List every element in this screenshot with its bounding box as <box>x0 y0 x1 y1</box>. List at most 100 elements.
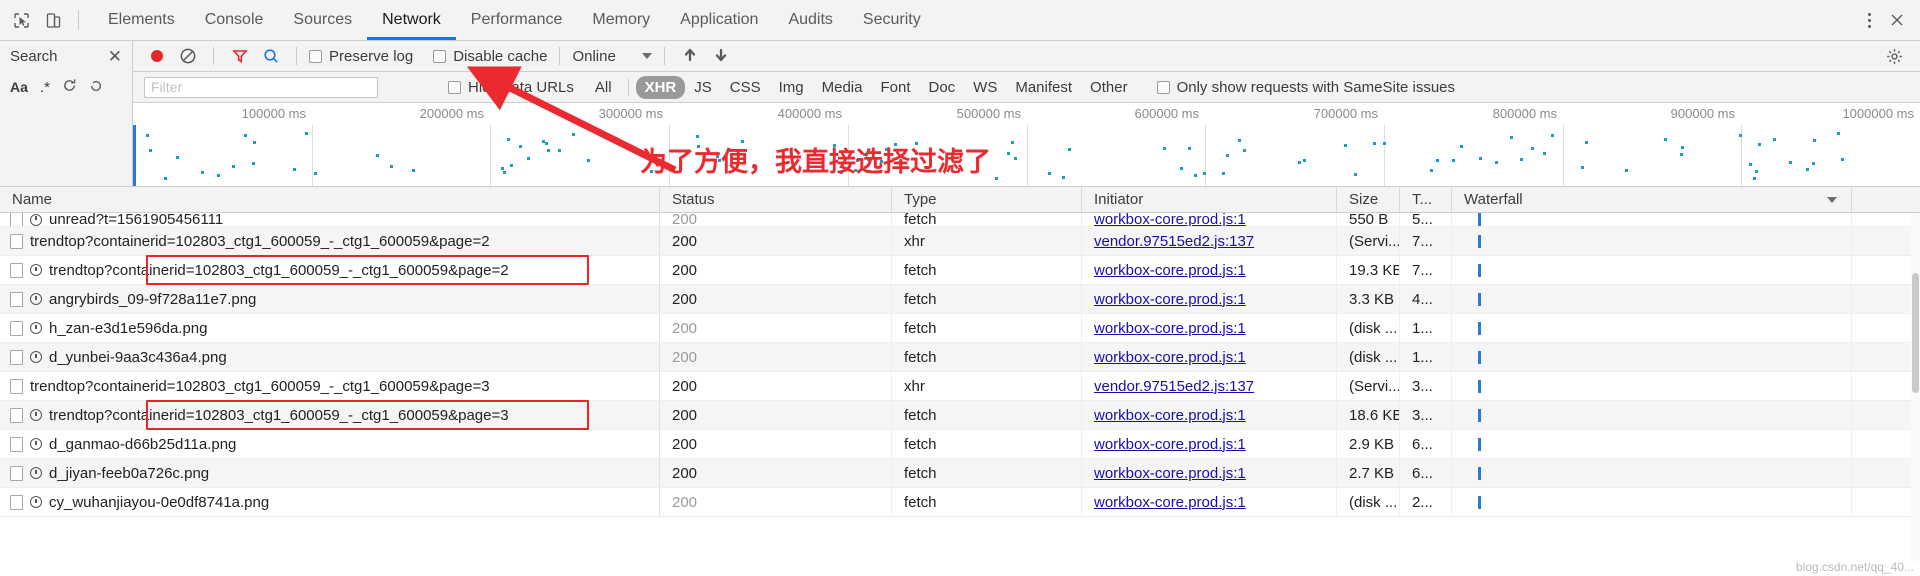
row-checkbox[interactable] <box>10 436 23 452</box>
tab-elements[interactable]: Elements <box>93 0 190 40</box>
filter-type-ws[interactable]: WS <box>964 76 1006 99</box>
cell-initiator-text[interactable]: workbox-core.prod.js:1 <box>1094 407 1246 424</box>
inspect-element-icon[interactable] <box>10 9 32 31</box>
cell-name[interactable]: d_jiyan-feeb0a726c.png <box>0 459 660 487</box>
cell-name[interactable]: d_yunbei-9aa3c436a4.png <box>0 343 660 371</box>
cell-initiator-text[interactable]: workbox-core.prod.js:1 <box>1094 320 1246 337</box>
filter-type-doc[interactable]: Doc <box>919 76 964 99</box>
cell-name[interactable]: angrybirds_09-9f728a11e7.png <box>0 285 660 313</box>
tab-memory[interactable]: Memory <box>577 0 665 40</box>
match-case-toggle[interactable]: Aa <box>10 79 28 95</box>
column-header-initiator[interactable]: Initiator <box>1082 186 1337 213</box>
filter-type-img[interactable]: Img <box>770 76 813 99</box>
overview-timeline[interactable]: 100000 ms 200000 ms 300000 ms 400000 ms 5000… <box>133 103 1920 186</box>
cell-initiator-text[interactable]: vendor.97515ed2.js:137 <box>1094 378 1254 395</box>
request-name[interactable]: h_zan-e3d1e596da.png <box>49 320 207 337</box>
tab-performance[interactable]: Performance <box>456 0 578 40</box>
cell-name[interactable]: trendtop?containerid=102803_ctg1_600059_… <box>0 372 660 400</box>
disable-cache-box[interactable] <box>433 49 447 63</box>
column-header-size[interactable]: Size <box>1337 186 1400 213</box>
row-checkbox[interactable] <box>10 349 23 365</box>
table-row[interactable]: unread?t=1561905456111 200 fetch workbox-co… <box>0 213 1920 227</box>
hide-data-urls-checkbox[interactable]: Hide data URLs <box>448 79 574 96</box>
filter-type-media[interactable]: Media <box>813 76 872 99</box>
cell-initiator-text[interactable]: workbox-core.prod.js:1 <box>1094 494 1246 511</box>
filter-type-other[interactable]: Other <box>1081 76 1137 99</box>
regex-toggle[interactable]: .* <box>40 79 50 96</box>
scrollbar-thumb[interactable] <box>1912 273 1919 393</box>
filter-type-css[interactable]: CSS <box>721 76 770 99</box>
table-row[interactable]: d_ganmao-d66b25d11a.png 200 fetch workbox-c… <box>0 430 1920 459</box>
close-icon[interactable] <box>1884 7 1910 33</box>
request-name[interactable]: unread?t=1561905456111 <box>49 213 223 226</box>
export-har-icon[interactable] <box>708 43 735 70</box>
filter-input[interactable]: Filter <box>144 76 378 98</box>
tab-sources[interactable]: Sources <box>278 0 367 40</box>
cell-initiator-text[interactable]: workbox-core.prod.js:1 <box>1094 465 1246 482</box>
import-har-icon[interactable] <box>677 43 704 70</box>
table-row[interactable]: cy_wuhanjiayou-0e0df8741a.png 200 fetch wor… <box>0 488 1920 517</box>
column-header-name[interactable]: Name <box>0 186 660 213</box>
column-header-waterfall[interactable]: Waterfall <box>1452 186 1852 213</box>
filter-type-manifest[interactable]: Manifest <box>1006 76 1081 99</box>
column-header-status[interactable]: Status <box>660 186 892 213</box>
filter-type-xhr[interactable]: XHR <box>635 75 686 99</box>
table-row[interactable]: d_yunbei-9aa3c436a4.png 200 fetch workbox-c… <box>0 343 1920 372</box>
tab-network[interactable]: Network <box>367 0 456 40</box>
filter-type-js[interactable]: JS <box>685 76 721 99</box>
cell-name[interactable]: d_ganmao-d66b25d11a.png <box>0 430 660 458</box>
row-checkbox[interactable] <box>10 465 23 481</box>
row-checkbox[interactable] <box>10 213 23 226</box>
cell-name[interactable]: cy_wuhanjiayou-0e0df8741a.png <box>0 488 660 516</box>
tab-security[interactable]: Security <box>848 0 936 40</box>
disable-cache-checkbox[interactable]: Disable cache <box>433 48 547 65</box>
hide-data-urls-box[interactable] <box>448 80 461 94</box>
cell-name[interactable]: h_zan-e3d1e596da.png <box>0 314 660 342</box>
row-checkbox[interactable] <box>10 378 23 394</box>
filter-icon[interactable] <box>226 43 253 70</box>
record-icon[interactable] <box>143 43 170 70</box>
row-checkbox[interactable] <box>10 407 23 423</box>
preserve-log-box[interactable] <box>309 49 322 63</box>
row-checkbox[interactable] <box>10 233 23 249</box>
cell-name[interactable]: unread?t=1561905456111 <box>0 213 660 226</box>
request-name[interactable]: cy_wuhanjiayou-0e0df8741a.png <box>49 494 269 511</box>
cell-name[interactable]: trendtop?containerid=102803_ctg1_600059_… <box>0 401 660 429</box>
table-scrollbar[interactable] <box>1911 213 1920 563</box>
cell-initiator-text[interactable]: vendor.97515ed2.js:137 <box>1094 233 1254 250</box>
preserve-log-checkbox[interactable]: Preserve log <box>309 48 413 65</box>
row-checkbox[interactable] <box>10 320 23 336</box>
request-name[interactable]: angrybirds_09-9f728a11e7.png <box>49 291 256 308</box>
filter-type-font[interactable]: Font <box>871 76 919 99</box>
request-name[interactable]: d_jiyan-feeb0a726c.png <box>49 465 209 482</box>
row-checkbox[interactable] <box>10 291 23 307</box>
cell-name[interactable]: trendtop?containerid=102803_ctg1_600059_… <box>0 256 660 284</box>
device-toolbar-icon[interactable] <box>42 9 64 31</box>
clear-network-icon[interactable] <box>174 43 201 70</box>
search-icon[interactable] <box>257 43 284 70</box>
cell-initiator-text[interactable]: workbox-core.prod.js:1 <box>1094 436 1246 453</box>
table-row[interactable]: trendtop?containerid=102803_ctg1_600059_… <box>0 372 1920 401</box>
tab-console[interactable]: Console <box>190 0 279 40</box>
cell-initiator-text[interactable]: workbox-core.prod.js:1 <box>1094 213 1246 226</box>
table-row[interactable]: h_zan-e3d1e596da.png 200 fetch workbox-core… <box>0 314 1920 343</box>
more-options-icon[interactable] <box>1856 7 1882 33</box>
cell-name[interactable]: trendtop?containerid=102803_ctg1_600059_… <box>0 227 660 255</box>
column-header-t-[interactable]: T... <box>1400 186 1452 213</box>
row-checkbox[interactable] <box>10 494 23 510</box>
close-search-icon[interactable]: ✕ <box>108 48 122 65</box>
tab-application[interactable]: Application <box>665 0 773 40</box>
gear-icon[interactable] <box>1881 43 1908 70</box>
request-name[interactable]: trendtop?containerid=102803_ctg1_600059_… <box>30 233 490 250</box>
filter-type-all[interactable]: All <box>586 76 621 99</box>
column-header-type[interactable]: Type <box>892 186 1082 213</box>
table-row[interactable]: trendtop?containerid=102803_ctg1_600059_… <box>0 256 1920 285</box>
samesite-issues-box[interactable] <box>1156 80 1170 94</box>
clear-icon[interactable] <box>89 79 103 96</box>
request-name[interactable]: trendtop?containerid=102803_ctg1_600059_… <box>49 407 509 424</box>
table-row[interactable]: d_jiyan-feeb0a726c.png 200 fetch workbox-co… <box>0 459 1920 488</box>
table-row[interactable]: trendtop?containerid=102803_ctg1_600059_… <box>0 227 1920 256</box>
sort-descending-icon[interactable] <box>1827 196 1837 203</box>
cell-initiator-text[interactable]: workbox-core.prod.js:1 <box>1094 349 1246 366</box>
request-name[interactable]: d_yunbei-9aa3c436a4.png <box>49 349 227 366</box>
